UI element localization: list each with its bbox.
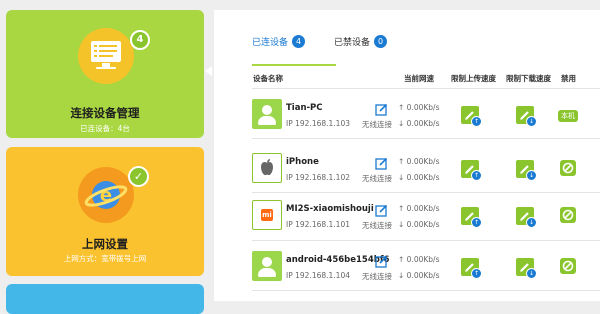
download-speed: ↓ 0.00Kb/s bbox=[398, 271, 440, 280]
edit-icon[interactable] bbox=[375, 204, 388, 217]
device-ip: IP 192.168.1.101 bbox=[286, 220, 350, 229]
pencil-download-icon[interactable]: ↓ bbox=[516, 160, 537, 181]
table-row: Tian-PC IP 192.168.1.103 无线连接 ↑ 0.00Kb/s… bbox=[214, 99, 600, 151]
device-name: android-456be154bf6 bbox=[286, 255, 390, 265]
pencil-upload-icon[interactable]: ↑ bbox=[461, 258, 482, 279]
row-divider bbox=[252, 192, 600, 193]
column-header-download-limit: 限制下载速度 bbox=[506, 74, 551, 83]
column-header-current-speed: 当前网速 bbox=[404, 74, 434, 83]
devices-card-title: 连接设备管理 bbox=[70, 106, 140, 120]
table-row: mi MI2S-xiaomishouji IP 192.168.1.101 无线… bbox=[214, 200, 600, 252]
device-ip: IP 192.168.1.102 bbox=[286, 173, 350, 182]
devices-card-subtitle: 已连设备：4台 bbox=[80, 124, 130, 133]
connection-type: 无线连接 bbox=[362, 174, 392, 183]
connection-type: 无线连接 bbox=[362, 221, 392, 230]
devices-card[interactable]: 4 连接设备管理 已连设备：4台 bbox=[6, 10, 204, 138]
tab-connected-devices[interactable]: 已连设备 4 bbox=[252, 35, 306, 48]
device-name: Tian-PC bbox=[286, 103, 323, 113]
device-ip: IP 192.168.1.104 bbox=[286, 271, 350, 280]
pencil-upload-icon[interactable]: ↑ bbox=[461, 106, 482, 127]
tab-connected-label: 已连设备 bbox=[252, 38, 289, 48]
pencil-download-icon[interactable]: ↓ bbox=[516, 207, 537, 228]
internet-explorer-icon: e bbox=[78, 167, 134, 223]
column-header-ban: 禁用 bbox=[561, 74, 576, 83]
next-settings-card[interactable] bbox=[6, 284, 204, 314]
xiaomi-icon: mi bbox=[252, 200, 282, 230]
tab-blocked-label: 已禁设备 bbox=[334, 38, 371, 48]
table-row: iPhone IP 192.168.1.102 无线连接 ↑ 0.00Kb/s … bbox=[214, 153, 600, 205]
active-tab-underline bbox=[252, 64, 336, 66]
upload-speed: ↑ 0.00Kb/s bbox=[398, 103, 440, 112]
row-divider bbox=[252, 290, 600, 291]
tab-blocked-devices[interactable]: 已禁设备 0 bbox=[334, 35, 388, 48]
download-speed: ↓ 0.00Kb/s bbox=[398, 173, 440, 182]
device-ip: IP 192.168.1.103 bbox=[286, 119, 350, 128]
download-speed: ↓ 0.00Kb/s bbox=[398, 119, 440, 128]
person-icon bbox=[252, 251, 282, 281]
device-name: iPhone bbox=[286, 157, 319, 167]
edit-icon[interactable] bbox=[375, 157, 388, 170]
column-header-device-name: 设备名称 bbox=[253, 74, 283, 83]
blocked-count-badge: 0 bbox=[374, 35, 388, 48]
monitor-icon bbox=[78, 28, 134, 84]
column-header-upload-limit: 限制上传速度 bbox=[451, 74, 496, 83]
edit-icon[interactable] bbox=[375, 103, 388, 116]
connection-type: 无线连接 bbox=[362, 272, 392, 281]
pencil-download-icon[interactable]: ↓ bbox=[516, 258, 537, 279]
row-divider bbox=[252, 138, 600, 139]
device-count-badge: 4 bbox=[130, 30, 150, 50]
upload-speed: ↑ 0.00Kb/s bbox=[398, 204, 440, 213]
upload-speed: ↑ 0.00Kb/s bbox=[398, 157, 440, 166]
block-icon[interactable] bbox=[560, 207, 576, 223]
edit-icon[interactable] bbox=[375, 255, 388, 268]
table-row: android-456be154bf6 IP 192.168.1.104 无线连… bbox=[214, 251, 600, 303]
upload-speed: ↑ 0.00Kb/s bbox=[398, 255, 440, 264]
person-icon bbox=[252, 99, 282, 129]
connection-type: 无线连接 bbox=[362, 120, 392, 129]
xiaomi-logo: mi bbox=[261, 209, 273, 221]
apple-icon bbox=[252, 153, 282, 183]
device-name: MI2S-xiaomishouji bbox=[286, 204, 374, 214]
connected-check-badge: ✓ bbox=[128, 166, 149, 187]
internet-card-title: 上网设置 bbox=[82, 237, 128, 251]
device-management-panel: 已连设备 4 已禁设备 0 设备名称 当前网速 限制上传速度 限制下载速度 禁用 T… bbox=[214, 10, 600, 301]
active-card-pointer bbox=[205, 66, 212, 76]
block-icon[interactable] bbox=[560, 160, 576, 176]
block-icon[interactable] bbox=[560, 258, 576, 274]
row-divider bbox=[252, 240, 600, 241]
download-speed: ↓ 0.00Kb/s bbox=[398, 220, 440, 229]
internet-card-subtitle: 上网方式：宽带拨号上网 bbox=[63, 254, 147, 263]
header-divider bbox=[252, 88, 600, 89]
pencil-download-icon[interactable]: ↓ bbox=[516, 106, 537, 127]
internet-settings-card[interactable]: e ✓ 上网设置 上网方式：宽带拨号上网 bbox=[6, 147, 204, 276]
this-device-badge: 本机 bbox=[558, 110, 578, 122]
connected-count-badge: 4 bbox=[292, 35, 306, 48]
pencil-upload-icon[interactable]: ↑ bbox=[461, 160, 482, 181]
pencil-upload-icon[interactable]: ↑ bbox=[461, 207, 482, 228]
